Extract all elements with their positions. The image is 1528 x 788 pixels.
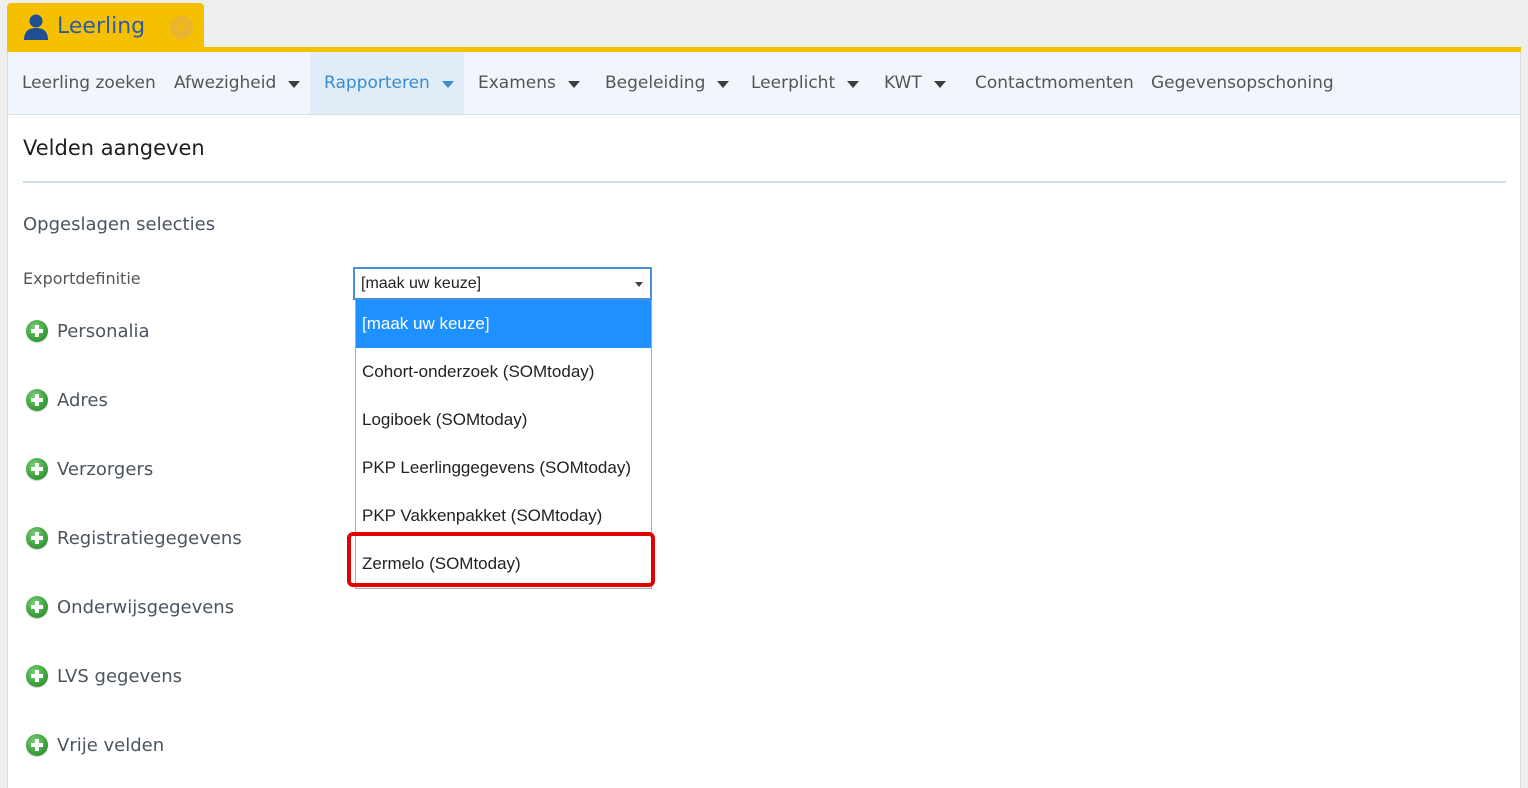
nav-label: Contactmomenten [975,73,1134,93]
category-label: LVS gegevens [57,665,183,687]
category-vrije-velden[interactable]: Vrije velden [26,732,164,758]
dropdown-option[interactable]: [maak uw keuze] [356,300,651,348]
category-onderwijsgegevens[interactable]: Onderwijsgegevens [26,594,234,620]
nav-label: Begeleiding [605,73,706,93]
category-adres[interactable]: Adres [26,387,108,413]
plus-icon [26,527,48,549]
caret-down-icon [441,80,454,88]
exportdefinitie-label: Exportdefinitie [23,269,141,288]
category-label: Verzorgers [57,458,154,480]
nav-leerplicht[interactable]: Leerplicht [751,52,860,114]
category-registratiegegevens[interactable]: Registratiegegevens [26,525,242,551]
category-verzorgers[interactable]: Verzorgers [26,456,153,482]
plus-icon [26,320,48,342]
category-label: Vrije velden [57,734,165,756]
category-label: Personalia [57,320,150,342]
category-label: Onderwijsgegevens [57,596,235,618]
plus-icon [26,734,48,756]
page-title: Velden aangeven [23,136,205,160]
nav-label: Gegevensopschoning [1151,73,1334,93]
title-divider [23,181,1506,183]
dropdown-option[interactable]: Logiboek (SOMtoday) [356,396,651,444]
option-label: PKP Vakkenpakket (SOMtoday) [362,506,603,525]
nav-rapporteren[interactable]: Rapporteren [310,52,464,114]
main-panel: Leerling zoeken Afwezigheid Rapporteren … [7,52,1521,788]
highlight-annotation [347,532,655,587]
nav-begeleiding[interactable]: Begeleiding [605,52,730,114]
select-value: [maak uw keuze] [361,275,482,292]
nav-label: Leerplicht [751,73,836,93]
option-label: [maak uw keuze] [362,314,490,333]
tab-strip: Leerling ✕ [0,0,1528,50]
caret-down-icon [567,80,580,88]
category-personalia[interactable]: Personalia [26,318,150,344]
category-label: Registratiegegevens [57,527,242,549]
person-icon [24,14,48,40]
caret-down-icon [717,80,730,88]
caret-down-icon [288,80,301,88]
nav-label: Rapporteren [324,73,430,93]
nav-label: Examens [478,73,556,93]
category-label: Adres [57,389,108,411]
section-heading: Opgeslagen selecties [23,214,216,235]
plus-icon [26,665,48,687]
tab-leerling[interactable]: Leerling ✕ [7,3,204,50]
nav-gegevensopschoning[interactable]: Gegevensopschoning [1151,52,1334,114]
tab-label: Leerling [57,14,146,39]
plus-icon [26,389,48,411]
nav-label: Leerling zoeken [22,73,156,93]
nav-kwt[interactable]: KWT [884,52,946,114]
nav-leerling-zoeken[interactable]: Leerling zoeken [22,52,156,114]
plus-icon [26,596,48,618]
option-label: Logiboek (SOMtoday) [362,410,528,429]
plus-icon [26,458,48,480]
option-label: PKP Leerlinggegevens (SOMtoday) [362,458,632,477]
exportdefinitie-select[interactable]: [maak uw keuze] [353,267,652,300]
nav-label: Afwezigheid [174,73,277,93]
nav-label: KWT [884,73,922,93]
dropdown-option[interactable]: Cohort-onderzoek (SOMtoday) [356,348,651,396]
close-icon[interactable]: ✕ [170,16,193,39]
nav-afwezigheid[interactable]: Afwezigheid [174,52,301,114]
caret-down-icon [847,80,860,88]
caret-down-icon [933,80,946,88]
option-label: Cohort-onderzoek (SOMtoday) [362,362,595,381]
nav-examens[interactable]: Examens [478,52,580,114]
category-lvs-gegevens[interactable]: LVS gegevens [26,663,182,689]
chevron-down-icon [635,282,643,287]
nav-contactmomenten[interactable]: Contactmomenten [975,52,1134,114]
navbar: Leerling zoeken Afwezigheid Rapporteren … [8,52,1520,115]
dropdown-option[interactable]: PKP Leerlinggegevens (SOMtoday) [356,444,651,492]
